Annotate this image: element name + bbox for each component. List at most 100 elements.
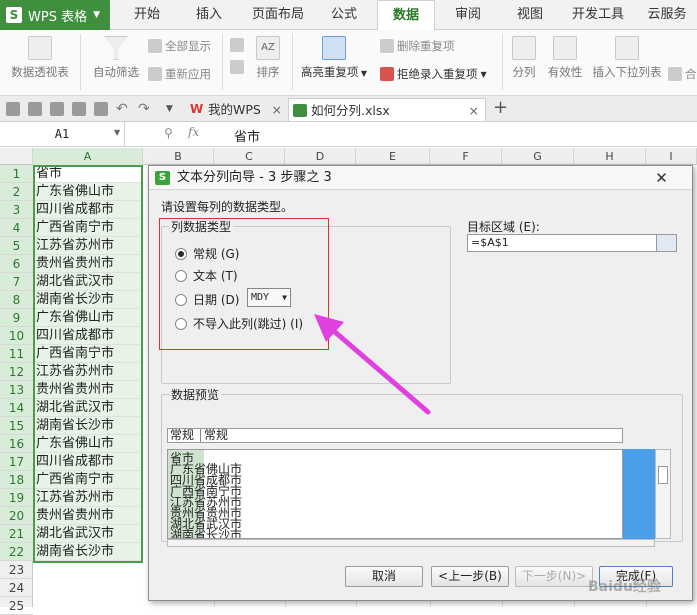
fx-label[interactable]: fx [188,125,199,139]
undo-icon[interactable]: ↶ [116,102,130,116]
row-header[interactable]: 5 [0,237,33,255]
zoom-magnifier-icon[interactable]: ⚲ [164,126,173,140]
target-area-input[interactable]: =$A$1 [467,234,677,252]
show-all-button[interactable]: 全部显示 [148,38,211,54]
column-header[interactable]: E [356,148,430,165]
preview-label: 数据预览 [169,386,222,403]
reapply-button[interactable]: 重新应用 [148,66,211,82]
row-header[interactable]: 21 [0,525,33,543]
name-box[interactable]: A1 [0,122,125,146]
split-columns-button[interactable]: 分列 [508,36,540,80]
column-header[interactable]: D [285,148,356,165]
app-menu-button[interactable]: S WPS 表格 ▼ [0,0,110,30]
row-header[interactable]: 6 [0,255,33,273]
reject-duplicates-button[interactable]: 拒绝录入重复项 ▼ [380,66,487,82]
tab-page-layout[interactable]: 页面布局 [242,0,314,30]
column-header[interactable]: B [143,148,214,165]
sort-button[interactable]: AZ 排序 [250,36,286,80]
row-header[interactable]: 15 [0,417,33,435]
column-header[interactable]: F [430,148,502,165]
new-tab-plus-icon[interactable]: + [493,97,508,118]
sort-quick-buttons[interactable] [230,38,244,74]
tab-view[interactable]: 视图 [502,0,558,30]
chevron-down-icon[interactable]: ▼ [114,128,120,137]
row-header[interactable]: 1 [0,165,33,183]
autofilter-button[interactable]: 自动筛选 [88,36,144,80]
remove-duplicates-icon [380,39,394,53]
column-header[interactable]: C [214,148,285,165]
folder-icon[interactable] [6,102,20,116]
row-header[interactable]: 4 [0,219,33,237]
scrollbar-thumb[interactable] [658,466,668,484]
preview-line: 湖南省长沙市 [170,528,243,539]
preview-data-area[interactable]: 省市 广东省佛山市 四川省成都市 广西省南宁市 江苏省苏州市 贵州省贵州市 湖北省武汉市 湖南… [167,449,623,539]
row-header[interactable]: 2 [0,183,33,201]
divider [292,34,293,90]
tab-insert[interactable]: 插入 [180,0,238,30]
tab-formula[interactable]: 公式 [318,0,370,30]
row-header[interactable]: 12 [0,363,33,381]
row-header[interactable]: 14 [0,399,33,417]
tab-data[interactable]: 数据 [377,0,435,30]
row-header[interactable]: 20 [0,507,33,525]
target-area-label: 目标区域 (E): [467,220,540,234]
row-header[interactable]: 19 [0,489,33,507]
cancel-button[interactable]: 取消 [345,566,423,587]
wps-s-icon: S [155,171,170,185]
close-icon[interactable]: × [469,99,479,122]
column-header[interactable]: H [574,148,646,165]
row-header[interactable]: 18 [0,471,33,489]
column-header[interactable]: G [502,148,574,165]
chevron-down-icon[interactable]: ▼ [166,102,180,116]
row-header[interactable]: 24 [0,579,33,597]
tab-review[interactable]: 审阅 [440,0,496,30]
next-button: 下一步(N)> [515,566,593,587]
tab-start[interactable]: 开始 [118,0,176,30]
print-preview-icon[interactable] [94,102,108,116]
row-header[interactable]: 7 [0,273,33,291]
preview-selection-highlight [623,449,655,539]
row-header[interactable]: 9 [0,309,33,327]
reapply-label: 重新应用 [165,67,211,81]
tab-developer[interactable]: 开发工具 [564,0,632,30]
row-header[interactable]: 11 [0,345,33,363]
formula-input[interactable]: 省市 [234,126,260,145]
row-header[interactable]: 25 [0,597,33,615]
column-header[interactable]: A [33,148,143,165]
row-header[interactable]: 23 [0,561,33,579]
validity-button[interactable]: 有效性 [544,36,586,80]
row-header[interactable]: 10 [0,327,33,345]
doc-tab-active-file[interactable]: 如何分列.xlsx × [288,98,486,121]
column-header[interactable]: I [646,148,697,165]
pivot-table-button[interactable]: 数据透视表 [6,36,74,80]
ribbon-panel: 数据透视表 自动筛选 全部显示 重新应用 AZ 排序 高亮重复项 ▼ 删除重复项… [0,30,697,96]
save-icon[interactable] [28,102,42,116]
pdf-export-icon[interactable] [50,102,64,116]
vertical-scrollbar[interactable] [655,449,671,539]
range-picker-icon[interactable] [656,235,676,251]
print-icon[interactable] [72,102,86,116]
row-header[interactable]: 13 [0,381,33,399]
sort-label: 排序 [256,65,280,79]
close-icon[interactable]: × [272,98,282,121]
doc-tab-mywps[interactable]: W 我的WPS × [186,98,282,121]
row-header[interactable]: 17 [0,453,33,471]
row-header[interactable]: 3 [0,201,33,219]
remove-duplicates-button[interactable]: 删除重复项 [380,38,455,54]
show-all-label: 全部显示 [165,39,211,53]
horizontal-scrollbar[interactable] [167,539,655,547]
divider [222,34,223,90]
select-all-corner[interactable] [0,148,33,165]
highlight-duplicates-button[interactable]: 高亮重复项 ▼ [298,36,370,80]
back-button[interactable]: <上一步(B) [431,566,509,587]
row-header[interactable]: 16 [0,435,33,453]
merge-calc-button[interactable]: 合 [668,66,697,82]
tab-cloud[interactable]: 云服务 [638,0,696,30]
row-header[interactable]: 22 [0,543,33,561]
watermark-text: Baidu经验 [588,579,661,595]
insert-dropdown-button[interactable]: 插入下拉列表 [590,36,664,80]
merge-label: 合 [685,67,697,81]
close-button[interactable]: ✕ [639,169,684,188]
redo-icon[interactable]: ↷ [138,102,152,116]
row-header[interactable]: 8 [0,291,33,309]
